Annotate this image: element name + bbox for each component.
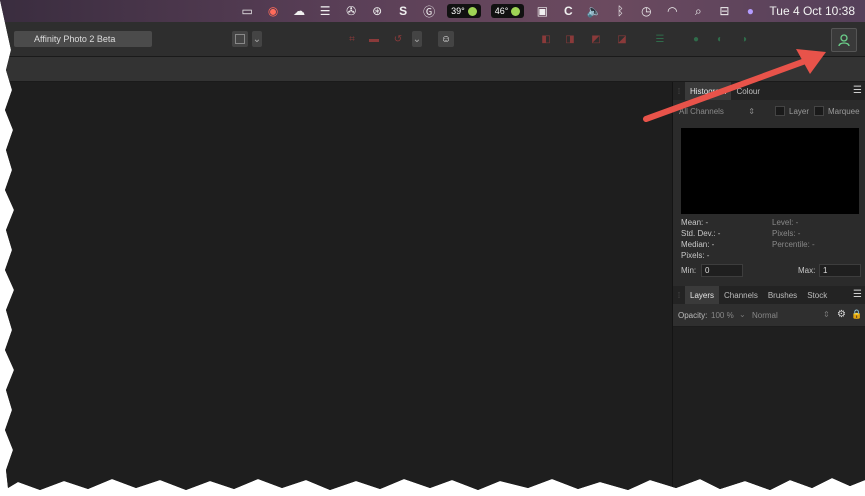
layers-list[interactable] <box>673 327 865 490</box>
histogram-tab-bar: ⁞ Histogram Colour ☰ <box>673 82 865 100</box>
weather-widget-1[interactable]: 39° <box>447 4 481 18</box>
marquee-label: Marquee <box>828 106 860 116</box>
weather-temp-1: 39° <box>451 6 465 16</box>
stat-mean: Mean: - <box>681 218 709 227</box>
align-icon[interactable]: ☰ <box>652 31 668 47</box>
siri-icon[interactable]: ● <box>739 2 761 20</box>
gear-icon[interactable]: ⚙ <box>837 309 846 320</box>
chevron-down-icon[interactable]: ⌄ <box>739 310 746 319</box>
checkbox-box <box>814 106 824 116</box>
menu-grid-icon[interactable]: ☰ <box>314 2 336 20</box>
stat-std-dev: Std. Dev.: - <box>681 229 721 238</box>
app-toolbar: Affinity Photo 2 Beta ⌄ ⌗ ▬ ↺ ⌄ ☺ ◧ ◨ ◩ … <box>0 22 865 57</box>
app-window: ▭ ◉ ☁ ☰ ✇ ⊛ S Ⓖ 39° 46° ▣ C 🔈 ᛒ ◷ ◠ ⌕ ⊟ … <box>0 0 865 490</box>
lock-icon[interactable]: 🔒 <box>851 309 862 320</box>
weather-widget-2[interactable]: 46° <box>490 4 525 18</box>
chevron-down-icon[interactable]: ⌄ <box>252 31 262 47</box>
antivirus-icon[interactable]: ⊛ <box>366 2 388 20</box>
c-icon[interactable]: C <box>557 2 579 20</box>
layer-label: Layer <box>789 106 810 116</box>
weather-icon <box>467 6 477 16</box>
arrange-forward-icon[interactable]: ◩ <box>588 31 604 47</box>
arrange-front-icon[interactable]: ◪ <box>614 31 630 47</box>
histogram-stats: Mean: - Std. Dev.: - Median: - Pixels: -… <box>681 217 861 261</box>
clipboard-icon[interactable]: ▣ <box>531 2 553 20</box>
assistant-icon[interactable]: ☺ <box>438 31 454 47</box>
bluetooth-icon[interactable]: ᛒ <box>609 2 631 20</box>
weather-temp-2: 46° <box>494 6 509 16</box>
tab-stock[interactable]: Stock <box>802 286 832 304</box>
arrange-backward-icon[interactable]: ◨ <box>562 31 578 47</box>
cloud-icon[interactable]: ☁ <box>288 2 310 20</box>
panel-menu-icon[interactable]: ☰ <box>853 289 862 300</box>
histogram-min-max: Min: 0 Max: 1 <box>681 264 861 278</box>
search-icon[interactable]: ⌕ <box>687 2 709 20</box>
blend-mode-select[interactable]: Normal <box>752 311 778 320</box>
persona-icon[interactable] <box>232 31 248 47</box>
refine-icon[interactable]: ↺ <box>390 31 406 47</box>
crop-icon[interactable]: ⌗ <box>344 31 360 47</box>
stat-pixels: Pixels: - <box>681 251 710 260</box>
g-icon[interactable]: Ⓖ <box>418 2 440 20</box>
tab-brushes[interactable]: Brushes <box>763 286 802 304</box>
layer-checkbox[interactable]: Layer <box>775 106 809 116</box>
opacity-value[interactable]: 100 % <box>711 311 734 320</box>
aperture-icon[interactable]: ✇ <box>340 2 362 20</box>
channels-select[interactable]: All Channels ⇕ <box>679 104 759 118</box>
histogram-options: All Channels ⇕ Layer Marquee <box>673 100 865 122</box>
histogram-stats-right: Level: - Pixels: - Percentile: - <box>772 217 815 250</box>
document-title[interactable]: Affinity Photo 2 Beta <box>14 31 152 47</box>
s-icon[interactable]: S <box>392 2 414 20</box>
stat-pixels-right: Pixels: - <box>772 229 801 238</box>
creative-cloud-icon[interactable]: ◉ <box>262 2 284 20</box>
grip-icon[interactable]: ⁞ <box>673 82 685 100</box>
grip-icon[interactable]: ⁞ <box>673 286 685 304</box>
person-icon[interactable] <box>831 28 857 52</box>
marquee-checkbox[interactable]: Marquee <box>814 106 860 116</box>
weather-icon <box>511 6 521 16</box>
layers-tabs: ⁞ Layers Channels Brushes Stock ☰ <box>673 286 865 304</box>
boolean-subtract-icon[interactable]: ◐ <box>712 31 728 47</box>
stat-percentile: Percentile: - <box>772 240 815 249</box>
opacity-label: Opacity: <box>678 311 708 320</box>
arrange-back-icon[interactable]: ◧ <box>538 31 554 47</box>
selection-icon[interactable]: ▬ <box>366 31 382 47</box>
volume-icon[interactable]: 🔈 <box>583 2 605 20</box>
checkbox-box <box>775 106 785 116</box>
menubar-clock[interactable]: Tue 4 Oct 10:38 <box>769 4 855 18</box>
wifi-icon[interactable]: ◠ <box>661 2 683 20</box>
layers-tab-bar: ⁞ Layers Channels Brushes Stock ☰ <box>673 286 865 304</box>
min-label: Min: <box>681 266 697 275</box>
max-field[interactable]: 1 <box>819 264 861 277</box>
stat-level: Level: - <box>772 218 799 227</box>
channels-value: All Channels <box>679 106 724 116</box>
right-panel: ⁞ Histogram Colour ☰ All Channels ⇕ Laye… <box>672 82 865 490</box>
stepper-icon[interactable]: ⇕ <box>823 310 830 319</box>
panel-menu-icon[interactable]: ☰ <box>853 85 862 96</box>
boolean-intersect-icon[interactable]: ◑ <box>736 31 752 47</box>
tab-layers[interactable]: Layers <box>685 286 720 304</box>
context-toolbar <box>0 57 865 82</box>
control-center-icon[interactable]: ⊟ <box>713 2 735 20</box>
screen-icon[interactable]: ▭ <box>236 2 258 20</box>
time-machine-icon[interactable]: ◷ <box>635 2 657 20</box>
tab-histogram[interactable]: Histogram <box>685 82 732 100</box>
stat-median: Median: - <box>681 240 715 249</box>
document-canvas[interactable] <box>0 82 672 490</box>
min-field[interactable]: 0 <box>701 264 743 277</box>
stepper-icon: ⇕ <box>748 106 755 116</box>
tab-colour[interactable]: Colour <box>731 82 765 100</box>
max-label: Max: <box>798 266 816 275</box>
histogram-graph <box>681 128 859 214</box>
menu-bar: ▭ ◉ ☁ ☰ ✇ ⊛ S Ⓖ 39° 46° ▣ C 🔈 ᛒ ◷ ◠ ⌕ ⊟ … <box>0 0 865 22</box>
layers-options: Opacity: 100 % ⌄ Normal ⇕ ⚙ 🔒 <box>673 304 865 327</box>
boolean-add-icon[interactable]: ● <box>688 31 704 47</box>
tab-channels[interactable]: Channels <box>719 286 763 304</box>
chevron-down-icon[interactable]: ⌄ <box>412 31 422 47</box>
